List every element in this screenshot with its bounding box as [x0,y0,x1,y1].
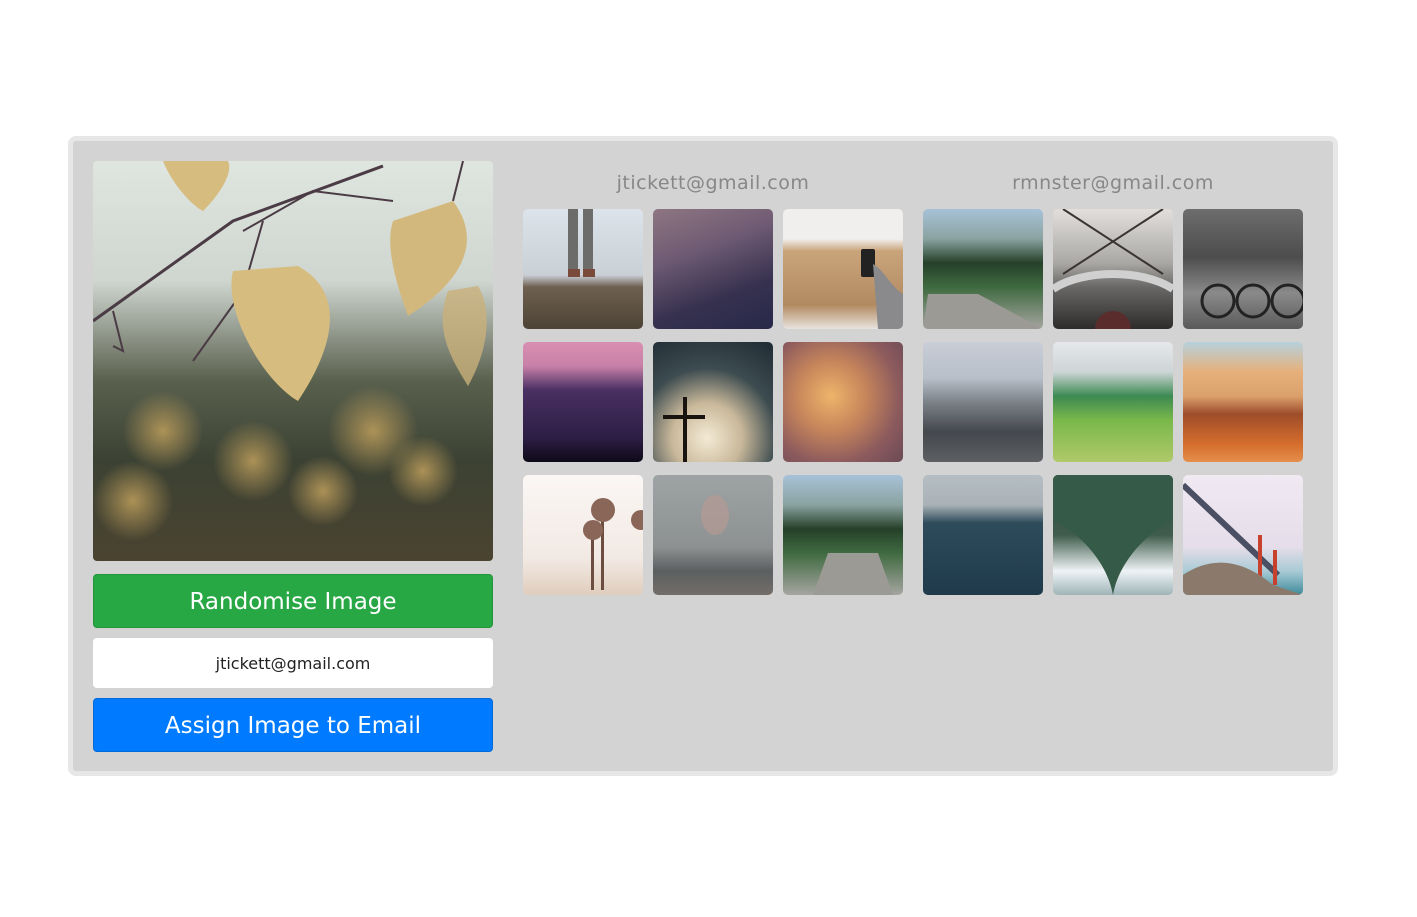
user-image-grid [923,209,1303,595]
user-column: rmnster@gmail.com [923,161,1303,595]
image-icon [1183,482,1303,595]
image-icon [1053,475,1173,595]
image-icon [583,498,643,590]
user-image-thumbnail[interactable] [923,475,1043,595]
user-email-heading: rmnster@gmail.com [1012,172,1214,194]
image-icon [663,397,705,462]
image-icon [701,495,729,535]
image-icon [1053,209,1173,329]
user-image-thumbnail[interactable] [783,342,903,462]
user-image-thumbnail[interactable] [1053,475,1173,595]
user-image-thumbnail[interactable] [1183,475,1303,595]
user-image-thumbnail[interactable] [1053,342,1173,462]
user-image-thumbnail[interactable] [923,209,1043,329]
image-icon [1200,283,1303,319]
user-image-thumbnail[interactable] [653,209,773,329]
user-image-thumbnail[interactable] [1183,209,1303,329]
image-icon [861,249,903,329]
randomise-image-button[interactable]: Randomise Image [93,574,493,628]
user-email-heading: jtickett@gmail.com [616,172,810,194]
user-image-thumbnail[interactable] [1183,342,1303,462]
user-image-thumbnail[interactable] [523,342,643,462]
user-column: jtickett@gmail.com [523,161,903,595]
user-image-thumbnail[interactable] [923,342,1043,462]
image-icon [923,294,1043,329]
user-image-grid [523,209,903,595]
user-image-thumbnail[interactable] [653,342,773,462]
user-image-thumbnail[interactable] [523,209,643,329]
image-icon [813,553,893,595]
email-input[interactable] [93,638,493,688]
user-image-thumbnail[interactable] [653,475,773,595]
user-image-thumbnail[interactable] [523,475,643,595]
user-image-thumbnail[interactable] [783,209,903,329]
assign-image-button[interactable]: Assign Image to Email [93,698,493,752]
left-column: Randomise Image Assign Image to Email [93,161,493,752]
user-image-thumbnail[interactable] [783,475,903,595]
main-image [93,161,493,561]
image-assignment-panel: Randomise Image Assign Image to Email jt… [68,136,1338,776]
image-icon [568,209,595,277]
user-image-thumbnail[interactable] [1053,209,1173,329]
image-icon [93,161,487,541]
